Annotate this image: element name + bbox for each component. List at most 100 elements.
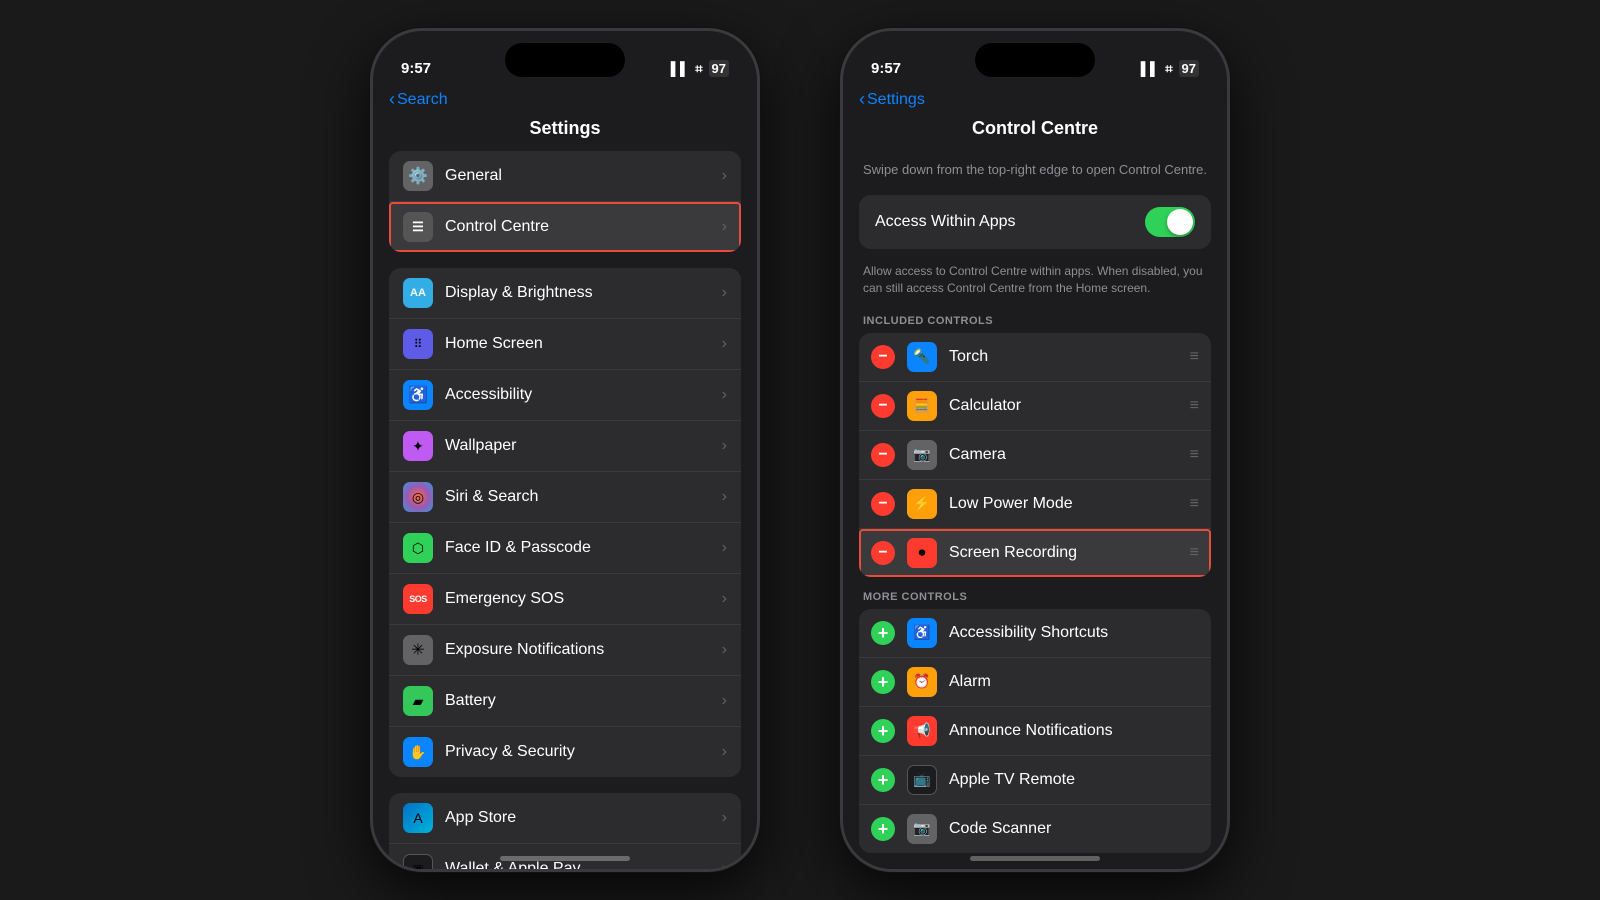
camera-remove-btn[interactable]: − — [871, 443, 895, 467]
included-controls-group: − 🔦 Torch ≡ − 🧮 Calculator ≡ − 📷 Camera … — [859, 333, 1211, 577]
display-label: Display & Brightness — [445, 284, 722, 302]
settings-item-general[interactable]: ⚙️ General › — [389, 151, 741, 202]
settings-item-face-id[interactable]: ⬡ Face ID & Passcode › — [389, 523, 741, 574]
screen-recording-drag-handle[interactable]: ≡ — [1190, 544, 1199, 562]
settings-item-siri[interactable]: ◎ Siri & Search › — [389, 472, 741, 523]
screen-recording-remove-btn[interactable]: − — [871, 541, 895, 565]
privacy-label: Privacy & Security — [445, 743, 722, 761]
access-within-apps-toggle[interactable] — [1145, 207, 1195, 237]
settings-item-home-screen[interactable]: ⠿ Home Screen › — [389, 319, 741, 370]
low-power-icon: ⚡ — [907, 489, 937, 519]
screen-recording-label: Screen Recording — [949, 544, 1182, 562]
control-item-accessibility-shortcuts[interactable]: + ♿ Accessibility Shortcuts — [859, 609, 1211, 658]
exposure-icon: ✳ — [403, 635, 433, 665]
settings-item-accessibility[interactable]: ♿ Accessibility › — [389, 370, 741, 421]
battery-chevron: › — [722, 692, 727, 710]
low-power-remove-btn[interactable]: − — [871, 492, 895, 516]
back-chevron-icon: ‹ — [389, 89, 395, 110]
status-time: 9:57 — [401, 60, 431, 77]
settings-item-privacy[interactable]: ✋ Privacy & Security › — [389, 727, 741, 777]
right-status-time: 9:57 — [871, 60, 901, 77]
siri-chevron: › — [722, 488, 727, 506]
settings-item-emergency-sos[interactable]: SOS Emergency SOS › — [389, 574, 741, 625]
calculator-icon: 🧮 — [907, 391, 937, 421]
back-label: Search — [397, 91, 448, 109]
control-centre-icon: ☰ — [403, 212, 433, 242]
camera-drag-handle[interactable]: ≡ — [1190, 446, 1199, 464]
code-scanner-add-btn[interactable]: + — [871, 817, 895, 841]
right-status-icons: ▌▌ ⌗ 97 — [1141, 60, 1199, 77]
torch-remove-btn[interactable]: − — [871, 345, 895, 369]
settings-item-control-centre[interactable]: ☰ Control Centre › — [389, 202, 741, 252]
apple-tv-add-btn[interactable]: + — [871, 768, 895, 792]
privacy-chevron: › — [722, 743, 727, 761]
wallet-label: Wallet & Apple Pay — [445, 860, 722, 869]
settings-item-app-store[interactable]: A App Store › — [389, 793, 741, 844]
apple-tv-icon: 📺 — [907, 765, 937, 795]
low-power-drag-handle[interactable]: ≡ — [1190, 495, 1199, 513]
access-within-apps-row[interactable]: Access Within Apps — [859, 195, 1211, 249]
right-home-indicator — [970, 856, 1100, 861]
privacy-icon: ✋ — [403, 737, 433, 767]
back-nav-text[interactable]: ‹ Search — [389, 89, 448, 110]
app-store-icon: A — [403, 803, 433, 833]
camera-label: Camera — [949, 446, 1182, 464]
general-icon: ⚙️ — [403, 161, 433, 191]
accessibility-label: Accessibility — [445, 386, 722, 404]
announce-icon: 📢 — [907, 716, 937, 746]
page-title: Settings — [373, 114, 757, 151]
control-centre-chevron: › — [722, 218, 727, 236]
general-chevron: › — [722, 167, 727, 185]
right-signal-icon: ▌▌ — [1141, 61, 1159, 76]
app-store-label: App Store — [445, 809, 722, 827]
wallpaper-label: Wallpaper — [445, 437, 722, 455]
control-item-camera[interactable]: − 📷 Camera ≡ — [859, 431, 1211, 480]
right-phone: 9:57 ▌▌ ⌗ 97 ‹ Settings Control Centre S… — [840, 28, 1230, 872]
control-item-code-scanner[interactable]: + 📷 Code Scanner — [859, 805, 1211, 853]
left-phone: 9:57 ▌▌ ⌗ 97 ‹ Search Settings ⚙️ Genera… — [370, 28, 760, 872]
right-wifi-icon: ⌗ — [1165, 61, 1172, 77]
settings-item-wallpaper[interactable]: ✦ Wallpaper › — [389, 421, 741, 472]
back-nav[interactable]: ‹ Search — [373, 85, 757, 114]
siri-label: Siri & Search — [445, 488, 722, 506]
general-label: General — [445, 167, 722, 185]
display-chevron: › — [722, 284, 727, 302]
low-power-label: Low Power Mode — [949, 495, 1182, 513]
announce-add-btn[interactable]: + — [871, 719, 895, 743]
calculator-label: Calculator — [949, 397, 1182, 415]
settings-group-2: AA Display & Brightness › ⠿ Home Screen … — [389, 268, 741, 777]
control-centre-label: Control Centre — [445, 218, 722, 236]
wifi-icon: ⌗ — [695, 61, 702, 77]
siri-icon: ◎ — [403, 482, 433, 512]
right-battery-icon: 97 — [1179, 60, 1199, 77]
right-screen: ‹ Settings Control Centre Swipe down fro… — [843, 85, 1227, 869]
control-item-screen-recording[interactable]: − ⏺ Screen Recording ≡ — [859, 529, 1211, 577]
control-item-low-power[interactable]: − ⚡ Low Power Mode ≡ — [859, 480, 1211, 529]
left-screen: ‹ Search Settings ⚙️ General › ☰ Control… — [373, 85, 757, 869]
app-store-chevron: › — [722, 809, 727, 827]
right-back-nav[interactable]: ‹ Settings — [843, 85, 1227, 114]
control-item-calculator[interactable]: − 🧮 Calculator ≡ — [859, 382, 1211, 431]
exposure-chevron: › — [722, 641, 727, 659]
torch-drag-handle[interactable]: ≡ — [1190, 348, 1199, 366]
emergency-sos-label: Emergency SOS — [445, 590, 722, 608]
calculator-remove-btn[interactable]: − — [871, 394, 895, 418]
settings-item-battery[interactable]: ▰ Battery › — [389, 676, 741, 727]
wallet-chevron: › — [722, 860, 727, 869]
announce-label: Announce Notifications — [949, 722, 1199, 740]
control-item-apple-tv-remote[interactable]: + 📺 Apple TV Remote — [859, 756, 1211, 805]
settings-item-exposure[interactable]: ✳ Exposure Notifications › — [389, 625, 741, 676]
right-dynamic-island — [975, 43, 1095, 77]
right-back-nav-text[interactable]: ‹ Settings — [859, 89, 925, 110]
control-item-alarm[interactable]: + ⏰ Alarm — [859, 658, 1211, 707]
accessibility-shortcuts-add-btn[interactable]: + — [871, 621, 895, 645]
control-item-announce-notifications[interactable]: + 📢 Announce Notifications — [859, 707, 1211, 756]
alarm-add-btn[interactable]: + — [871, 670, 895, 694]
accessibility-shortcuts-label: Accessibility Shortcuts — [949, 624, 1199, 642]
control-item-torch[interactable]: − 🔦 Torch ≡ — [859, 333, 1211, 382]
camera-icon: 📷 — [907, 440, 937, 470]
calculator-drag-handle[interactable]: ≡ — [1190, 397, 1199, 415]
apple-tv-label: Apple TV Remote — [949, 771, 1199, 789]
settings-item-display[interactable]: AA Display & Brightness › — [389, 268, 741, 319]
signal-icon: ▌▌ — [671, 61, 689, 76]
